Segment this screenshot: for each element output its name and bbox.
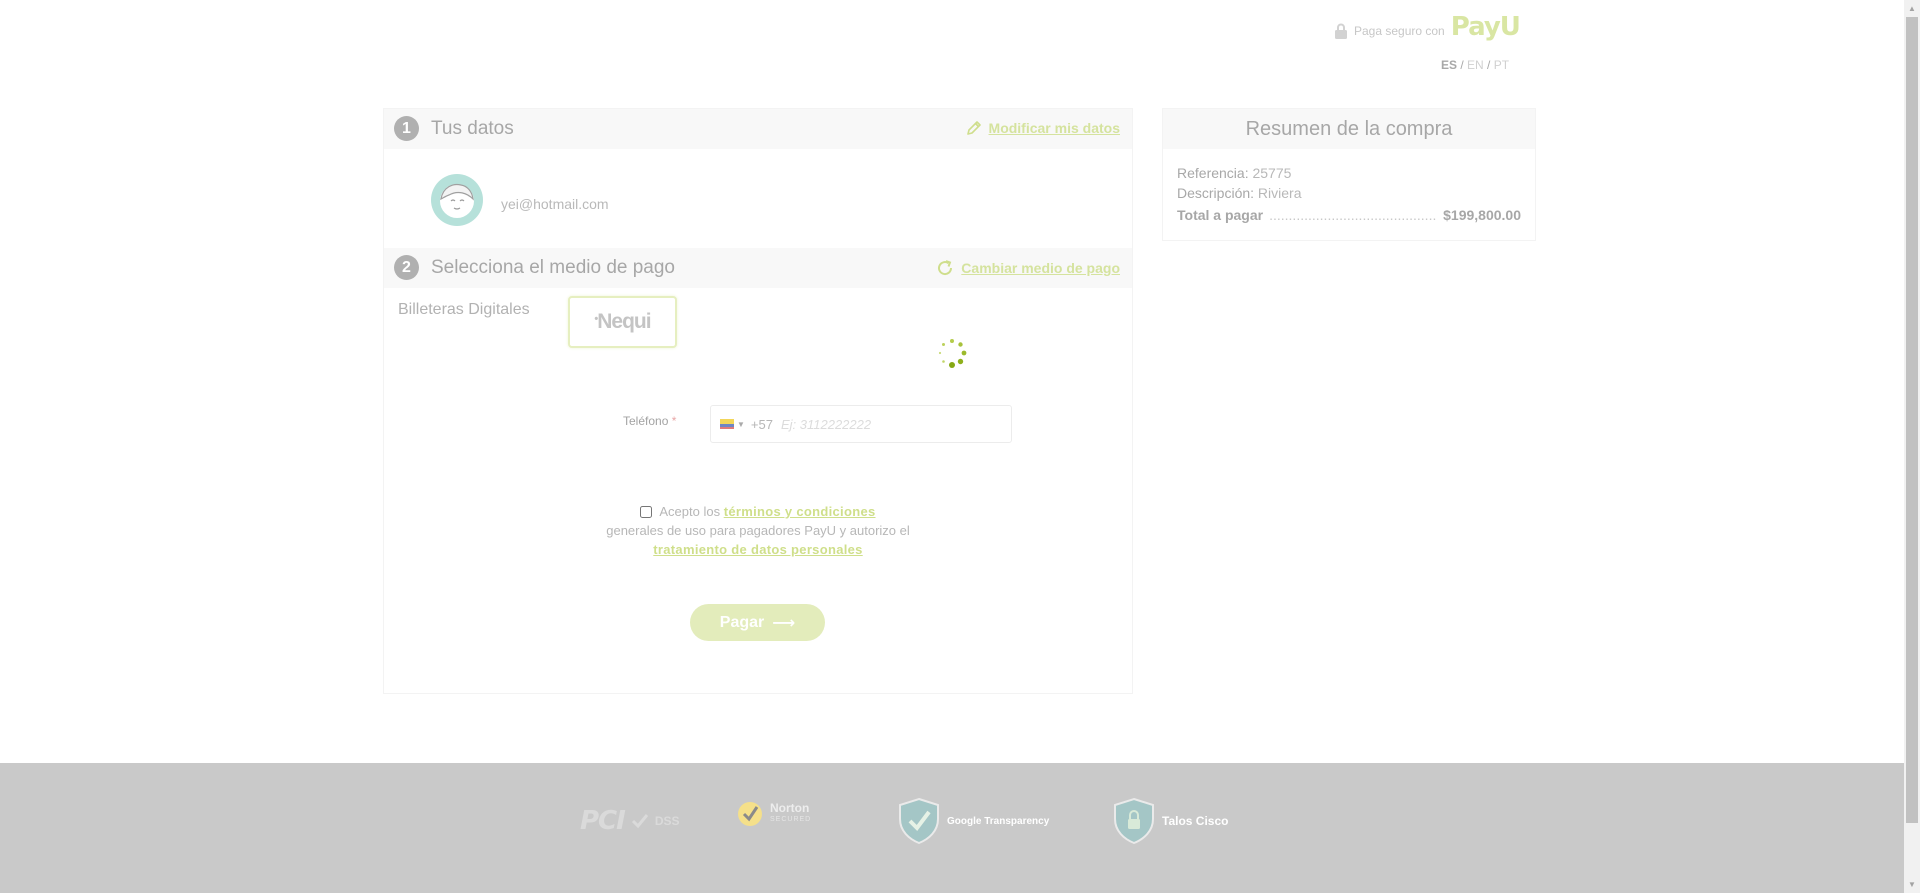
modify-data-label[interactable]: Modificar mis datos [989,120,1120,136]
phone-field: ▼ +57 [710,405,1012,443]
summary-total-row: Total a pagar ..........................… [1177,207,1521,223]
total-value: $199,800.00 [1443,207,1521,223]
scroll-down-arrow-icon[interactable]: ▼ [1904,876,1920,893]
nequi-logo-mark: • [594,313,598,325]
step-1-header: 1 Tus datos Modificar mis datos [384,109,1132,149]
terms-middle-text: generales de uso para pagadores PayU y a… [606,523,910,538]
pci-check-icon [631,814,648,829]
vertical-scrollbar[interactable]: ▲ ▼ [1904,0,1920,893]
arrow-right-icon: ⟶ [772,614,796,632]
summary-reference-row: Referencia: 25775 [1177,165,1291,181]
summary-title: Resumen de la compra [1163,109,1535,149]
chevron-down-icon[interactable]: ▼ [737,420,745,429]
payu-logo: PayU [1450,12,1521,42]
reference-value: 25775 [1252,165,1292,181]
pay-button-label: Pagar [719,613,765,631]
step-2-title: Selecciona el medio de pago [431,257,676,278]
shield-check-icon [899,797,939,845]
reference-label: Referencia: [1177,165,1249,181]
nequi-wallet-option[interactable]: • Nequi [568,296,677,348]
lang-es[interactable]: ES [1441,58,1457,72]
pci-logo-text: PCI [580,806,626,836]
user-email: yei@hotmail.com [501,196,609,212]
norton-badge: Norton SECURED [736,800,811,828]
total-dots: ........................................… [1269,207,1437,223]
checkout-page: Paga seguro con PayU ES / EN / PT 1 Tus … [0,0,1904,893]
lock-icon [1335,23,1347,39]
pay-button[interactable]: Pagar ⟶ [690,604,825,641]
pci-dss-text: DSS [654,814,680,828]
payment-form-panel: 1 Tus datos Modificar mis datos yei@hotm… [383,108,1133,694]
nequi-label: Nequi [597,310,651,333]
terms-block: Acepto los términos y condiciones genera… [384,502,1132,559]
phone-label: Teléfono * [623,414,676,428]
footer: PCI DSS Norton SECURED Google Transparen… [0,763,1904,893]
purchase-summary: Resumen de la compra Referencia: 25775 D… [1162,108,1536,241]
dial-code: +57 [750,416,773,432]
user-avatar [431,174,483,226]
shield-lock-icon [1114,797,1154,845]
lang-pt[interactable]: PT [1494,58,1509,72]
terms-prefix: Acepto los [659,504,721,519]
digital-wallets-label: Billeteras Digitales [398,301,530,318]
scroll-up-arrow-icon[interactable]: ▲ [1904,0,1920,17]
pci-dss-badge: PCI DSS [580,806,680,836]
talos-cisco-text: Talos Cisco [1162,814,1229,828]
pencil-icon [966,121,981,135]
google-transparency-badge: Google Transparency [897,797,1049,845]
phone-label-text: Teléfono [623,414,669,428]
norton-tag: SECURED [770,816,812,823]
norton-name: Norton [770,801,810,815]
step-1-number: 1 [394,116,419,141]
secure-payment-header: Paga seguro con PayU [1334,12,1521,46]
modify-data-link[interactable]: Modificar mis datos [965,119,1120,137]
terms-link[interactable]: términos y condiciones [724,504,876,519]
summary-description-row: Descripción: Riviera [1177,185,1302,201]
google-transparency-text: Google Transparency [947,815,1050,827]
privacy-link[interactable]: tratamiento de datos personales [653,542,862,557]
phone-input[interactable] [778,415,983,433]
scrollbar-thumb[interactable] [1906,17,1918,823]
lang-en[interactable]: EN [1467,58,1484,72]
step-2-number: 2 [394,255,419,280]
description-label: Descripción: [1177,185,1255,201]
lang-separator: / [1487,58,1494,72]
change-payment-method-label[interactable]: Cambiar medio de pago [961,260,1120,276]
change-payment-method-link[interactable]: Cambiar medio de pago [935,258,1120,278]
talos-cisco-badge: Talos Cisco [1112,797,1228,845]
avatar-face-icon [440,183,474,218]
secure-payment-text: Paga seguro con [1354,24,1445,38]
loading-spinner-icon [938,339,967,368]
refresh-icon [938,260,953,276]
terms-checkbox[interactable] [640,506,653,518]
step-1-title: Tus datos [431,118,514,139]
step-2-header: 2 Selecciona el medio de pago Cambiar me… [384,248,1132,288]
colombia-flag-icon[interactable] [720,419,734,429]
language-selector: ES / EN / PT [1441,58,1509,72]
required-mark: * [671,414,677,428]
total-label: Total a pagar [1177,207,1264,223]
norton-check-icon [738,802,762,826]
description-value: Riviera [1257,185,1302,201]
